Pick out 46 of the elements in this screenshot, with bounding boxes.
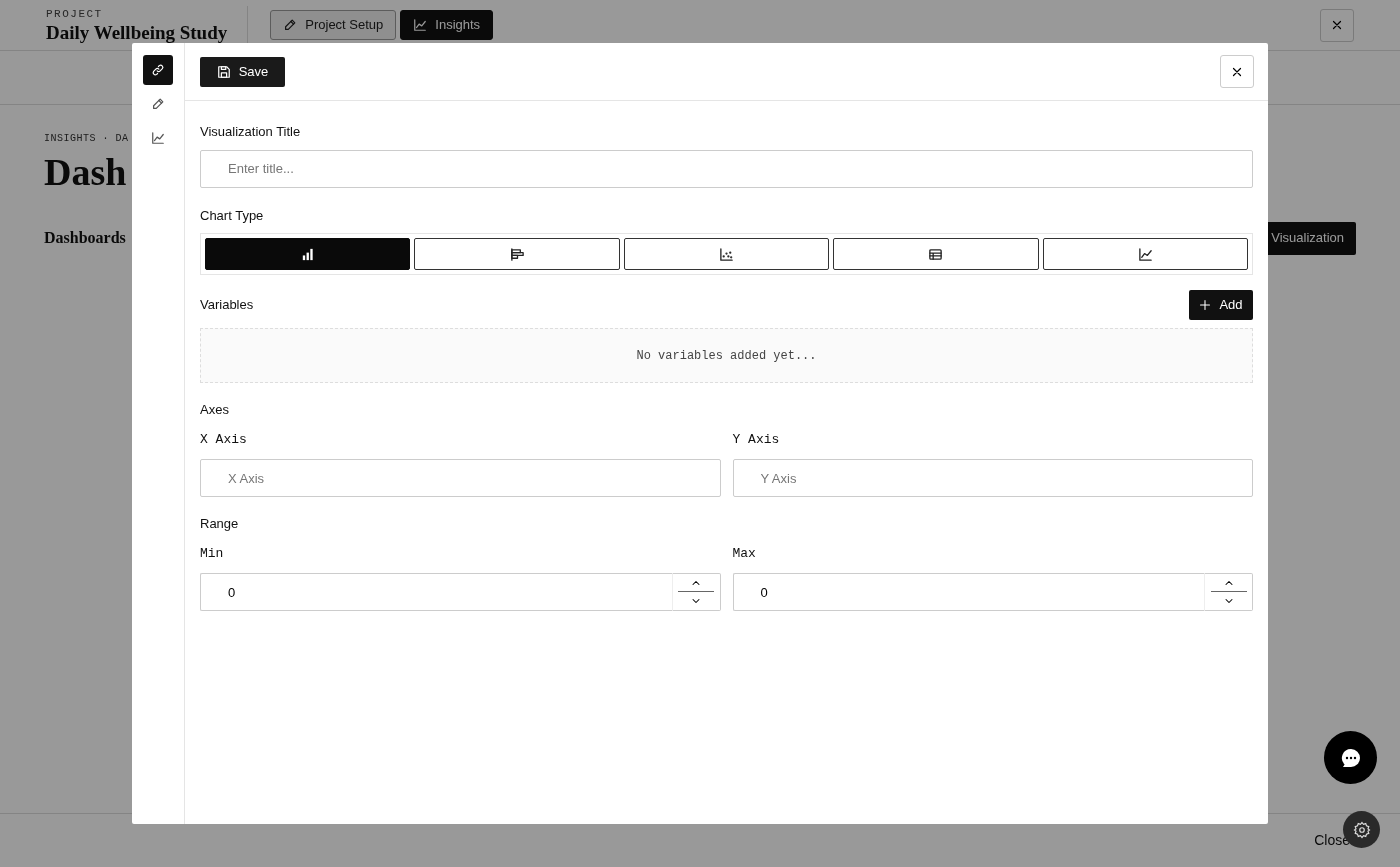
line-chart-icon bbox=[1137, 246, 1153, 262]
field-label: Chart Type bbox=[200, 206, 264, 225]
chart-type-button[interactable] bbox=[623, 238, 830, 270]
rail-button[interactable] bbox=[143, 55, 173, 85]
empty-message: No variables added yet... bbox=[636, 347, 817, 365]
plus-icon bbox=[1199, 299, 1212, 311]
number-field[interactable]: 0 bbox=[200, 573, 672, 611]
section-label: Range bbox=[200, 515, 240, 533]
save-button[interactable]: Save bbox=[200, 56, 285, 87]
add-button[interactable]: Add bbox=[1189, 290, 1253, 320]
save-icon bbox=[216, 64, 231, 79]
chat-button[interactable] bbox=[1324, 731, 1377, 784]
axis-field[interactable]: X Axis bbox=[200, 459, 721, 497]
bar-chart-icon bbox=[300, 246, 316, 262]
pencil-icon bbox=[151, 97, 165, 111]
line-chart-icon bbox=[413, 18, 428, 32]
scatter-plot-icon bbox=[719, 246, 734, 262]
link-icon bbox=[151, 63, 165, 77]
field-label: Variables bbox=[200, 296, 254, 315]
project-title: Daily Wellbeing Study bbox=[46, 22, 228, 44]
table-icon bbox=[928, 246, 944, 262]
project-label: PROJECT bbox=[46, 7, 103, 23]
chat-bubble-icon bbox=[1339, 746, 1362, 769]
settings-icon bbox=[1352, 820, 1371, 839]
section-label: Axes bbox=[200, 401, 230, 419]
chart-type-button[interactable] bbox=[1042, 238, 1249, 270]
number-field[interactable]: 0 bbox=[732, 573, 1204, 611]
field-label: Visualization Title bbox=[200, 123, 301, 141]
section-title: Dashboards bbox=[44, 228, 126, 249]
close-button[interactable] bbox=[1220, 55, 1254, 88]
close-icon bbox=[1330, 18, 1344, 32]
page-heading: Dash bbox=[44, 150, 127, 195]
field-label: Min bbox=[200, 544, 224, 563]
breadcrumb: INSIGHTS · DA bbox=[44, 132, 129, 146]
field-label: Max bbox=[732, 544, 756, 563]
chart-type-button[interactable] bbox=[414, 238, 620, 270]
axis-field[interactable]: Y Axis bbox=[732, 459, 1253, 497]
field-label: Y Axis bbox=[732, 430, 780, 449]
field-label: X Axis bbox=[200, 430, 247, 449]
nav-tab[interactable]: Insights bbox=[400, 10, 494, 40]
horizontal-bar-chart-icon bbox=[509, 246, 525, 262]
title-field[interactable]: Enter title... bbox=[200, 149, 1253, 188]
pencil-icon bbox=[283, 18, 298, 32]
nav-tab[interactable]: Project Setup bbox=[270, 10, 397, 40]
line-chart-icon bbox=[151, 131, 165, 145]
chart-type-button[interactable] bbox=[833, 238, 1039, 270]
